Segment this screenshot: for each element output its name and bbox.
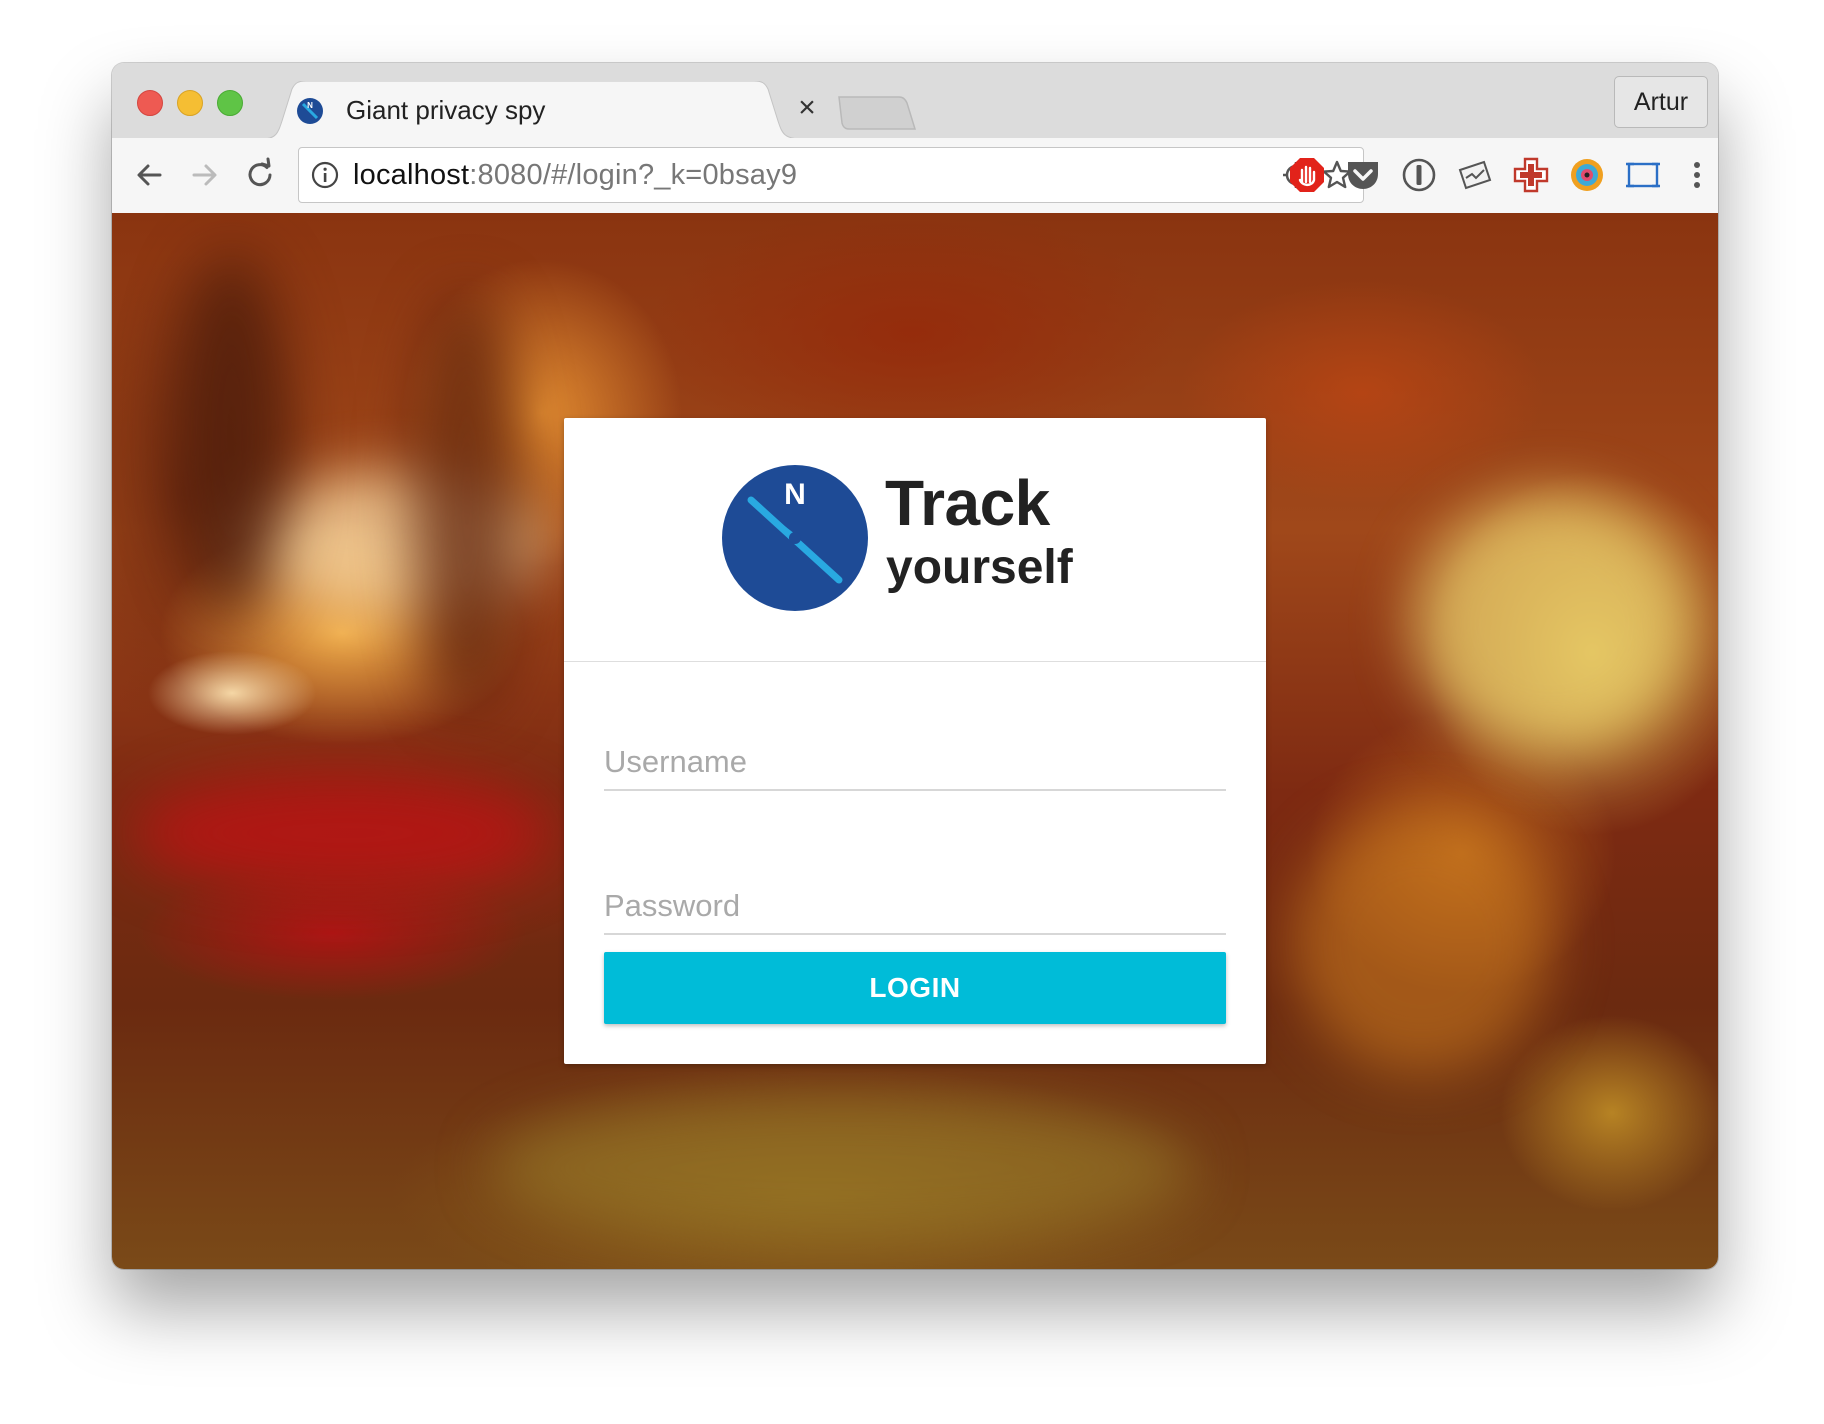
background-red-band <box>132 773 552 893</box>
brand-subtitle: yourself <box>886 541 1073 594</box>
tab-strip: N Giant privacy spy × Artur <box>112 63 1718 139</box>
address-bar[interactable]: localhost:8080/#/login?_k=0bsay9 <box>298 147 1364 203</box>
url-text[interactable]: localhost:8080/#/login?_k=0bsay9 <box>353 159 797 192</box>
background-ground <box>492 1093 1192 1243</box>
back-arrow-icon[interactable] <box>130 155 170 195</box>
adblock-icon[interactable] <box>1288 156 1326 194</box>
browser-window: N Giant privacy spy × Artur localhost:80… <box>112 63 1718 1269</box>
onepassword-icon[interactable] <box>1400 156 1438 194</box>
browser-toolbar: localhost:8080/#/login?_k=0bsay9 <box>112 138 1718 214</box>
reload-icon[interactable] <box>240 155 280 195</box>
background-shadow-mid <box>412 293 522 713</box>
compass-logo-icon: N <box>722 465 868 611</box>
chrome-menu-icon[interactable] <box>1678 156 1716 194</box>
new-tab-button[interactable] <box>837 95 917 131</box>
profile-button[interactable]: Artur <box>1614 76 1708 128</box>
minimize-window-button[interactable] <box>177 90 203 116</box>
active-tab[interactable]: N Giant privacy spy × <box>262 81 822 139</box>
color-picker-icon[interactable] <box>1568 156 1606 194</box>
compass-icon: N <box>297 98 323 124</box>
background-orange-leaves <box>1292 813 1552 1073</box>
url-host: localhost <box>353 159 470 191</box>
forward-arrow-icon[interactable] <box>184 155 224 195</box>
add-tab-icon[interactable] <box>1512 156 1550 194</box>
background-yellow-leaves <box>1412 493 1692 753</box>
username-input[interactable] <box>604 735 1226 791</box>
pocket-icon[interactable] <box>1344 156 1382 194</box>
close-window-button[interactable] <box>137 90 163 116</box>
login-card: N Track yourself LOGIN <box>564 418 1266 1064</box>
background-shadow-left <box>172 253 292 613</box>
card-divider <box>564 661 1266 662</box>
zoom-window-button[interactable] <box>217 90 243 116</box>
page-background: N Track yourself LOGIN <box>112 213 1718 1269</box>
brand-title: Track <box>885 467 1050 539</box>
screenshot-icon[interactable] <box>1624 156 1662 194</box>
svg-text:N: N <box>307 101 313 110</box>
password-input[interactable] <box>604 879 1226 935</box>
form-filler-icon[interactable] <box>1456 156 1494 194</box>
site-info-icon[interactable] <box>311 161 339 189</box>
tab-title: Giant privacy spy <box>346 95 546 125</box>
url-path: :8080/#/login?_k=0bsay9 <box>469 159 798 191</box>
logo-north-letter: N <box>784 478 806 511</box>
close-tab-icon[interactable]: × <box>792 91 822 125</box>
login-button[interactable]: LOGIN <box>604 952 1226 1024</box>
